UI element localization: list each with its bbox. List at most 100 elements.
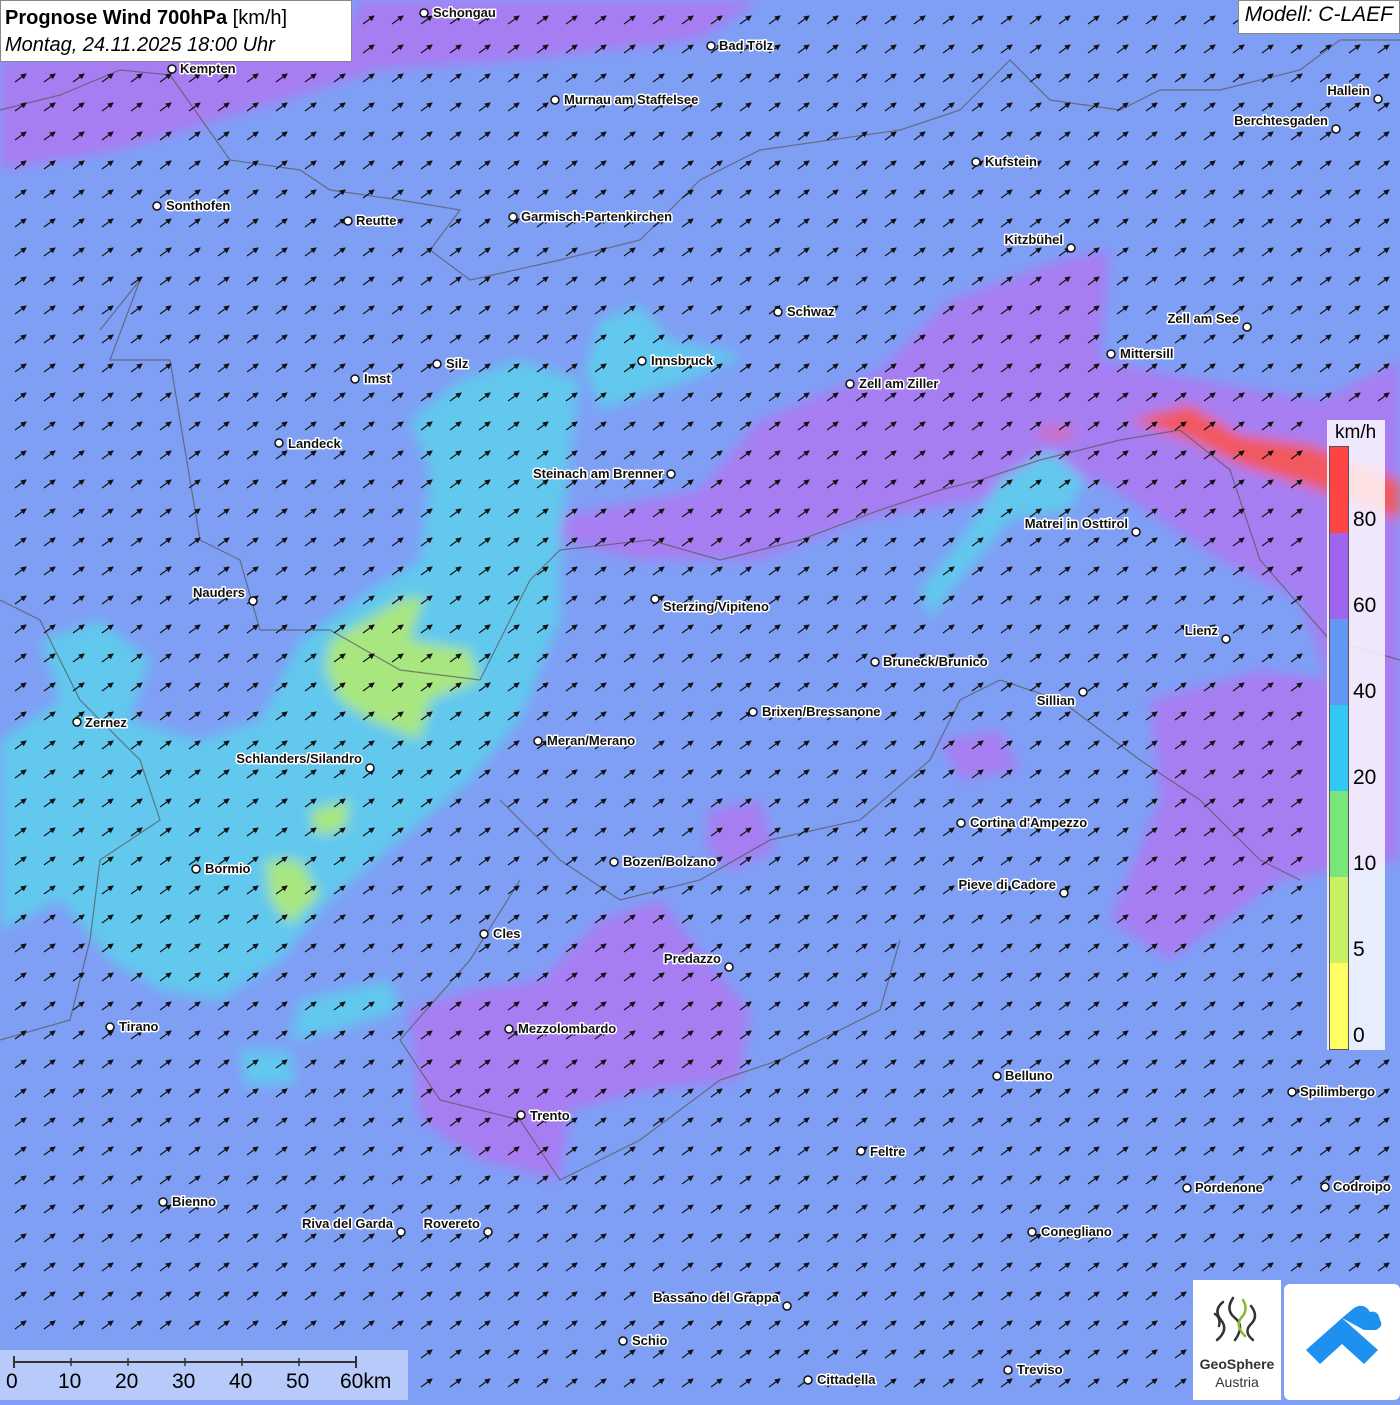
city-label: Schio	[632, 1333, 667, 1348]
city-label: Predazzo	[664, 951, 721, 966]
city-dot	[845, 379, 855, 389]
city-dot	[971, 157, 981, 167]
city-dot	[1242, 322, 1252, 332]
city-label: Zernez	[85, 715, 127, 730]
city-label: Nauders	[193, 585, 245, 600]
city-dot	[343, 216, 353, 226]
city-label: Zell am Ziller	[859, 376, 938, 391]
geosphere-logo[interactable]: GeoSphere Austria	[1193, 1280, 1281, 1400]
city-label: Sterzing/Vipiteno	[663, 599, 769, 614]
city-label: Bormio	[205, 861, 251, 876]
geosphere-logo-line2: Austria	[1215, 1374, 1259, 1390]
legend-swatch	[1330, 447, 1348, 533]
city-dot	[365, 763, 375, 773]
city-label: Bad Tölz	[719, 38, 774, 53]
city-dot	[1373, 94, 1383, 104]
city-dot	[1221, 634, 1231, 644]
city-dot	[618, 1336, 628, 1346]
city-label: Sillian	[1037, 693, 1075, 708]
scale-label-40: 40	[229, 1370, 253, 1393]
city-dot	[158, 1197, 168, 1207]
city-dot	[152, 201, 162, 211]
city-label: Schongau	[433, 5, 496, 20]
city-dot	[72, 717, 82, 727]
legend-swatch	[1330, 963, 1348, 1049]
city-dot	[1131, 527, 1141, 537]
legend-swatch	[1330, 791, 1348, 877]
legend-label: 80	[1353, 508, 1377, 531]
city-dot	[1287, 1087, 1297, 1097]
city-label: Kempten	[180, 61, 236, 76]
city-label: Zell am See	[1167, 311, 1239, 326]
city-dot	[533, 736, 543, 746]
city-label: Sonthofen	[166, 198, 230, 213]
scale-label-60km: 60km	[340, 1370, 392, 1393]
weather-app-logo[interactable]	[1284, 1284, 1400, 1400]
city-label: Garmisch-Partenkirchen	[521, 209, 672, 224]
city-label: Meran/Merano	[547, 733, 635, 748]
legend-unit: km/h	[1335, 422, 1377, 443]
legend-bar	[1329, 446, 1349, 1050]
scale-label-50: 50	[286, 1370, 310, 1393]
city-dot	[167, 64, 177, 74]
city-label: Codroipo	[1333, 1179, 1391, 1194]
legend-label: 40	[1353, 680, 1377, 703]
city-label: Riva del Garda	[302, 1216, 394, 1231]
city-dot	[1066, 243, 1076, 253]
city-label: Cortina d'Ampezzo	[970, 815, 1087, 830]
city-label: Trento	[530, 1108, 570, 1123]
city-dot	[1331, 124, 1341, 134]
city-label: Bassano del Grappa	[653, 1290, 779, 1305]
city-label: Landeck	[288, 436, 342, 451]
city-dot	[504, 1024, 514, 1034]
city-dot	[1027, 1227, 1037, 1237]
model-label: Modell: C-LAEF	[1237, 0, 1400, 34]
scale-ticks	[13, 1356, 357, 1368]
city-dot	[782, 1301, 792, 1311]
geosphere-logo-line1: GeoSphere	[1199, 1356, 1275, 1372]
city-dot	[609, 857, 619, 867]
legend-swatch	[1330, 619, 1348, 705]
city-label: Steinach am Brenner	[533, 466, 663, 481]
scale-bar: 0 10 20 30 40 50 60km	[0, 1350, 408, 1400]
city-label: Berchtesgaden	[1234, 113, 1328, 128]
city-label: Belluno	[1005, 1068, 1053, 1083]
city-label: Bozen/Bolzano	[623, 854, 716, 869]
city-dot	[870, 657, 880, 667]
geosphere-logo-icon	[1213, 1296, 1257, 1342]
city-dot	[1078, 687, 1088, 697]
city-label: Imst	[364, 371, 391, 386]
legend-swatch	[1330, 705, 1348, 791]
city-dot	[191, 864, 201, 874]
city-label: Pieve di Cadore	[958, 877, 1056, 892]
city-dot	[992, 1071, 1002, 1081]
title-unit: [km/h]	[232, 7, 288, 29]
legend-swatch	[1330, 877, 1348, 963]
city-label: Murnau am Staffelsee	[564, 92, 698, 107]
city-dot	[350, 374, 360, 384]
city-dot	[706, 41, 716, 51]
city-label: Treviso	[1017, 1362, 1063, 1377]
city-dot	[550, 95, 560, 105]
city-dot	[1320, 1182, 1330, 1192]
wind-map: Schongau Kempten Bad Tölz Murnau am Staffel…	[0, 0, 1400, 1400]
title-box: Prognose Wind 700hPa [km/h] Montag, 24.1…	[0, 0, 352, 62]
city-label: Cittadella	[817, 1372, 876, 1387]
city-dot	[248, 596, 258, 606]
city-dot	[419, 8, 429, 18]
color-legend: km/h 80 60 40 20 10 5 0	[1327, 420, 1385, 1050]
city-dot	[773, 307, 783, 317]
city-dot	[396, 1227, 406, 1237]
city-label: Mittersill	[1120, 346, 1173, 361]
city-label: Spilimbergo	[1300, 1084, 1375, 1099]
city-label: Rovereto	[424, 1216, 480, 1231]
city-dot	[274, 438, 284, 448]
legend-label: 0	[1353, 1024, 1365, 1047]
scale-label-20: 20	[115, 1370, 139, 1393]
map-title: Prognose Wind 700hPa [km/h]	[5, 4, 347, 32]
city-label: Tirano	[119, 1019, 159, 1034]
city-dot	[724, 962, 734, 972]
city-dot	[1059, 888, 1069, 898]
city-dot	[856, 1146, 866, 1156]
city-dot	[650, 594, 660, 604]
